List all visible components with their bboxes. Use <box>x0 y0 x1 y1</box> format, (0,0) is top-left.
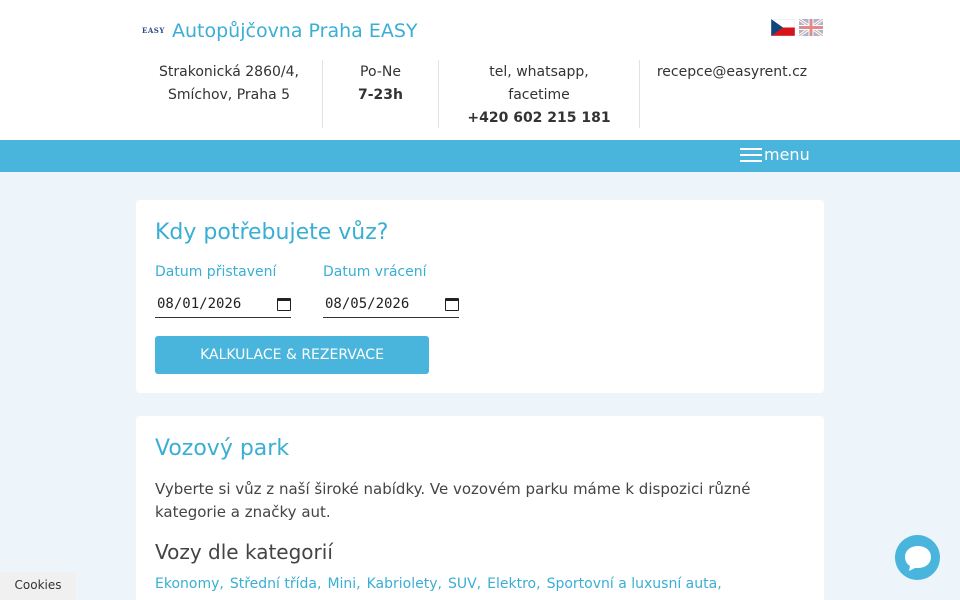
phone-link[interactable]: +420 602 215 181 <box>467 110 610 126</box>
opening-hours: Po-Ne 7-23h <box>322 60 438 128</box>
contact-channels: tel, whatsapp, <box>489 64 589 80</box>
return-field: Datum vrácení 08/05/2026 <box>323 264 459 318</box>
booking-title: Kdy potřebujete vůz? <box>155 220 389 245</box>
menu-label: menu <box>764 145 810 164</box>
chat-bubble-icon <box>904 545 931 571</box>
cz-flag-icon[interactable] <box>771 19 795 36</box>
brand[interactable]: EASY Autopůjčovna Praha EASY <box>142 20 418 42</box>
hours-days: Po-Ne <box>360 64 401 80</box>
gb-flag-icon[interactable] <box>799 19 823 36</box>
fleet-card: Vozový park Vyberte si vůz z naší široké… <box>136 416 824 600</box>
contact-channels: facetime <box>508 87 570 103</box>
main-navbar: menu <box>0 140 960 172</box>
category-link-sport-luxury[interactable]: Sportovní a luxusní auta, <box>547 576 722 592</box>
pickup-field: Datum přistavení 08/01/2026 <box>155 264 291 318</box>
category-link-suv[interactable]: SUV, <box>448 576 481 592</box>
hamburger-icon <box>740 146 762 164</box>
return-label: Datum vrácení <box>323 264 427 280</box>
calendar-icon[interactable] <box>445 298 459 311</box>
phone-block: tel, whatsapp, facetime +420 602 215 181 <box>438 60 639 128</box>
address-block: Strakonická 2860/4, Smíchov, Praha 5 <box>136 60 322 128</box>
pickup-label: Datum přistavení <box>155 264 277 280</box>
menu-button[interactable]: menu <box>740 145 810 164</box>
booking-card: Kdy potřebujete vůz? Datum přistavení 08… <box>136 200 824 393</box>
logo: EASY <box>142 26 165 35</box>
cookies-button[interactable]: Cookies <box>0 572 76 600</box>
address-line: Smíchov, Praha 5 <box>167 87 291 103</box>
fleet-title: Vozový park <box>155 436 290 461</box>
calendar-icon[interactable] <box>277 298 291 311</box>
site-title[interactable]: Autopůjčovna Praha EASY <box>172 20 418 42</box>
fleet-description: Vyberte si vůz z naší široké nabídky. Ve… <box>155 480 751 521</box>
category-links: Ekonomy, Střední třída, Mini, Kabriolety… <box>155 576 722 592</box>
pickup-date-value: 08/01/2026 <box>157 296 242 312</box>
category-link-elektro[interactable]: Elektro, <box>487 576 540 592</box>
site-header: EASY Autopůjčovna Praha EASY Strakonická… <box>0 0 960 140</box>
contact-info: Strakonická 2860/4, Smíchov, Praha 5 Po-… <box>136 60 824 128</box>
pickup-date-input[interactable]: 08/01/2026 <box>155 294 291 318</box>
category-link-kabriolety[interactable]: Kabriolety, <box>367 576 442 592</box>
chat-button[interactable] <box>895 535 940 580</box>
categories-title: Vozy dle kategorií <box>155 540 333 564</box>
return-date-input[interactable]: 08/05/2026 <box>323 294 459 318</box>
email-block: recepce@easyrent.cz <box>639 60 824 128</box>
hours-time: 7-23h <box>357 87 403 103</box>
category-link-stredni-trida[interactable]: Střední třída, <box>230 576 322 592</box>
address-line: Strakonická 2860/4, <box>159 64 299 80</box>
email-link[interactable]: recepce@easyrent.cz <box>640 61 824 84</box>
return-date-value: 08/05/2026 <box>325 296 410 312</box>
category-link-ekonomy[interactable]: Ekonomy, <box>155 576 224 592</box>
language-switcher <box>771 19 823 36</box>
calculate-reserve-button[interactable]: KALKULACE & REZERVACE <box>155 336 429 374</box>
category-link-mini[interactable]: Mini, <box>327 576 360 592</box>
